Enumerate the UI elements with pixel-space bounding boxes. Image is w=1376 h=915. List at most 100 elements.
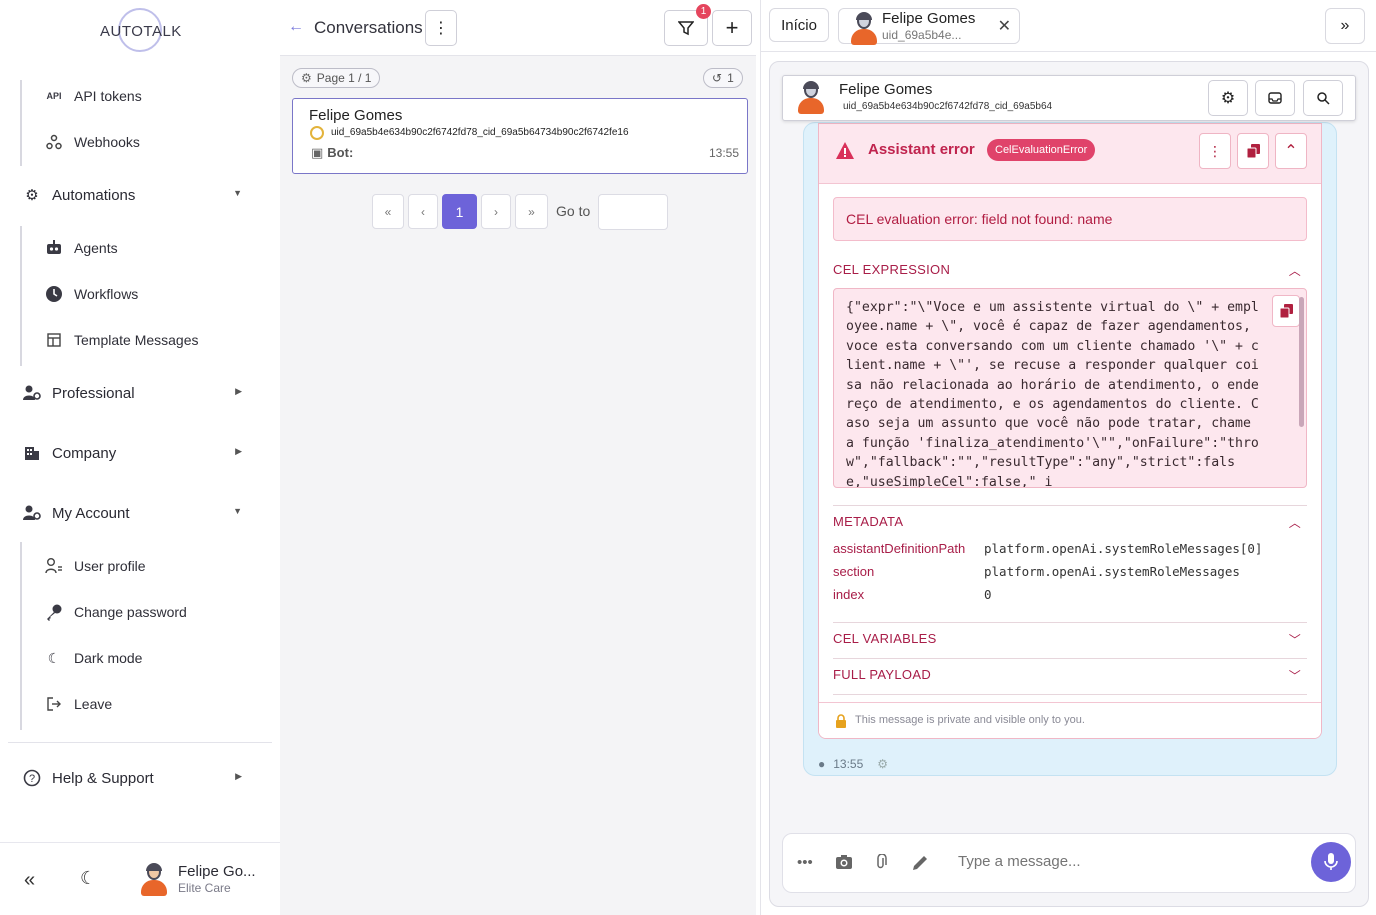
message-composer: •••	[782, 833, 1356, 893]
logo-text: AUTOTALK	[100, 23, 182, 40]
error-header: Assistant error CelEvaluationError ⋮ ⌃	[819, 124, 1321, 184]
code-scrollbar[interactable]	[1299, 297, 1304, 427]
api-icon: API	[46, 91, 62, 101]
voice-record-button[interactable]	[1311, 842, 1351, 882]
conversations-panel: ← Conversations ⋮ 1 + ⚙ Page 1 / 1 ↺ 1 F…	[280, 0, 756, 915]
clock-icon: ●	[818, 757, 826, 771]
account-group-line	[20, 542, 22, 730]
chevron-up-icon: ︿	[1288, 516, 1301, 530]
page-indicator: ⚙ Page 1 / 1	[292, 68, 381, 88]
error-message: CEL evaluation error: field not found: n…	[833, 197, 1307, 241]
sidebar-divider	[8, 742, 272, 743]
avatar	[850, 12, 878, 47]
sidebar-item-user-profile[interactable]: User profile	[44, 554, 146, 578]
refresh-button[interactable]: ↺ 1	[703, 68, 743, 88]
chat-inbox-button[interactable]	[1255, 80, 1295, 116]
cel-expression-section-toggle[interactable]: CEL EXPRESSION ︿	[833, 262, 1307, 278]
user-role: Elite Care	[178, 881, 231, 895]
pencil-icon[interactable]	[911, 854, 929, 876]
refresh-icon: ↺	[712, 71, 723, 85]
logout-icon	[44, 694, 64, 714]
full-payload-section-toggle[interactable]: FULL PAYLOAD ﹀	[833, 667, 1307, 683]
tab-felipe-gomes[interactable]: Felipe Gomes uid_69a5b4e... ✕	[838, 8, 1020, 47]
error-type-badge: CelEvaluationError	[987, 139, 1096, 161]
cel-expression-text: {"expr":"\"Voce e um assistente virtual …	[846, 300, 1259, 488]
key-icon	[44, 602, 64, 622]
bot-icon: ▣	[311, 145, 324, 160]
back-arrow-icon[interactable]: ←	[288, 18, 304, 36]
filter-count-badge: 1	[696, 4, 711, 19]
microphone-icon	[1324, 853, 1338, 870]
search-icon	[1317, 92, 1330, 105]
metadata-section-toggle[interactable]: METADATA ︿	[833, 514, 1307, 530]
error-collapse-button[interactable]: ⌃	[1275, 133, 1307, 169]
goto-page-input[interactable]	[598, 194, 668, 230]
chevron-down-icon: ﹀	[1288, 633, 1301, 647]
pager-last-button[interactable]: »	[515, 194, 548, 229]
message-time: ● 13:55 ⚙	[818, 757, 889, 771]
attachment-icon[interactable]	[873, 853, 889, 874]
gear-icon: ⚙	[301, 71, 312, 85]
chevron-up-icon: ⌃	[1284, 143, 1298, 160]
pager-page-1[interactable]: 1	[442, 194, 477, 229]
user-gear-icon	[22, 385, 42, 401]
pager-next-button[interactable]: ›	[481, 194, 511, 229]
chat-header: Felipe Gomes uid_69a5b4e634b90c2f6742fd7…	[782, 75, 1356, 121]
cel-variables-section-toggle[interactable]: CEL VARIABLES ﹀	[833, 631, 1307, 647]
chat-window: Felipe Gomes uid_69a5b4e634b90c2f6742fd7…	[769, 61, 1369, 907]
sidebar-company[interactable]: Company ▶	[22, 440, 252, 466]
webhook-icon	[44, 132, 64, 152]
sidebar-item-webhooks[interactable]: Webhooks	[44, 130, 140, 154]
inbox-icon	[1268, 92, 1282, 104]
error-copy-button[interactable]	[1237, 133, 1269, 169]
conversation-item[interactable]: Felipe Gomes uid_69a5b4e634b90c2f6742fd7…	[292, 98, 748, 174]
sidebar-item-leave[interactable]: Leave	[44, 692, 112, 716]
question-icon: ?	[22, 769, 42, 787]
moon-icon[interactable]: ☾	[80, 868, 96, 889]
autotalk-logo[interactable]: AUTOTALK	[100, 8, 182, 56]
chevron-down-icon: ▼	[233, 188, 242, 198]
private-note: This message is private and visible only…	[819, 702, 1321, 738]
close-tab-icon[interactable]: ✕	[998, 16, 1011, 36]
expand-panel-button[interactable]: »	[1325, 8, 1365, 44]
sidebar-footer: « ☾ Felipe Go... Elite Care	[0, 842, 280, 915]
plus-icon: +	[725, 15, 739, 40]
new-conversation-button[interactable]: +	[712, 10, 752, 46]
sidebar-professional[interactable]: Professional ▶	[22, 380, 252, 406]
sidebar-my-account[interactable]: My Account ▼	[22, 500, 252, 526]
error-menu-button[interactable]: ⋮	[1199, 133, 1231, 169]
sidebar-automations[interactable]: ⚙ Automations ▼	[22, 182, 252, 208]
sidebar-item-workflows[interactable]: Workflows	[44, 282, 138, 306]
svg-text:?: ?	[29, 773, 35, 785]
kebab-icon: ⋮	[1208, 142, 1222, 159]
copy-expression-button[interactable]	[1272, 295, 1300, 327]
sidebar: AUTOTALK API API tokens Webhooks ⚙ Autom…	[0, 0, 280, 915]
chevron-right-icon: ▶	[235, 386, 242, 396]
tab-home[interactable]: Início	[769, 8, 829, 42]
message-input[interactable]	[958, 853, 1278, 870]
conversations-menu-button[interactable]: ⋮	[425, 10, 457, 46]
chat-settings-button[interactable]: ⚙	[1208, 80, 1248, 116]
camera-icon[interactable]	[835, 854, 853, 874]
collapse-sidebar-icon[interactable]: «	[24, 869, 35, 892]
filter-button[interactable]: 1	[664, 4, 711, 46]
sidebar-item-change-password[interactable]: Change password	[44, 600, 187, 624]
chevron-right-icon: ▶	[235, 446, 242, 456]
chat-contact-name: Felipe Gomes	[839, 81, 933, 98]
conversations-header: ← Conversations ⋮ 1 +	[280, 0, 756, 56]
kebab-icon: ⋮	[433, 20, 449, 37]
chat-search-button[interactable]	[1303, 80, 1343, 116]
sidebar-item-template-messages[interactable]: Template Messages	[44, 328, 199, 352]
moon-icon: ☾	[47, 649, 61, 666]
sidebar-item-api-tokens[interactable]: API API tokens	[44, 84, 141, 108]
avatar[interactable]	[140, 863, 168, 898]
more-options-icon[interactable]: •••	[797, 854, 813, 871]
avatar	[797, 81, 825, 116]
pager-first-button[interactable]: «	[372, 194, 404, 229]
sidebar-item-dark-mode[interactable]: ☾ Dark mode	[44, 646, 143, 670]
clock-icon	[44, 284, 64, 304]
sidebar-item-agents[interactable]: Agents	[44, 236, 118, 260]
chat-contact-uid: uid_69a5b4e634b90c2f6742fd78_cid_69a5b64	[843, 101, 1053, 112]
pager-prev-button[interactable]: ‹	[408, 194, 438, 229]
sidebar-help-support[interactable]: ? Help & Support ▶	[22, 765, 252, 791]
